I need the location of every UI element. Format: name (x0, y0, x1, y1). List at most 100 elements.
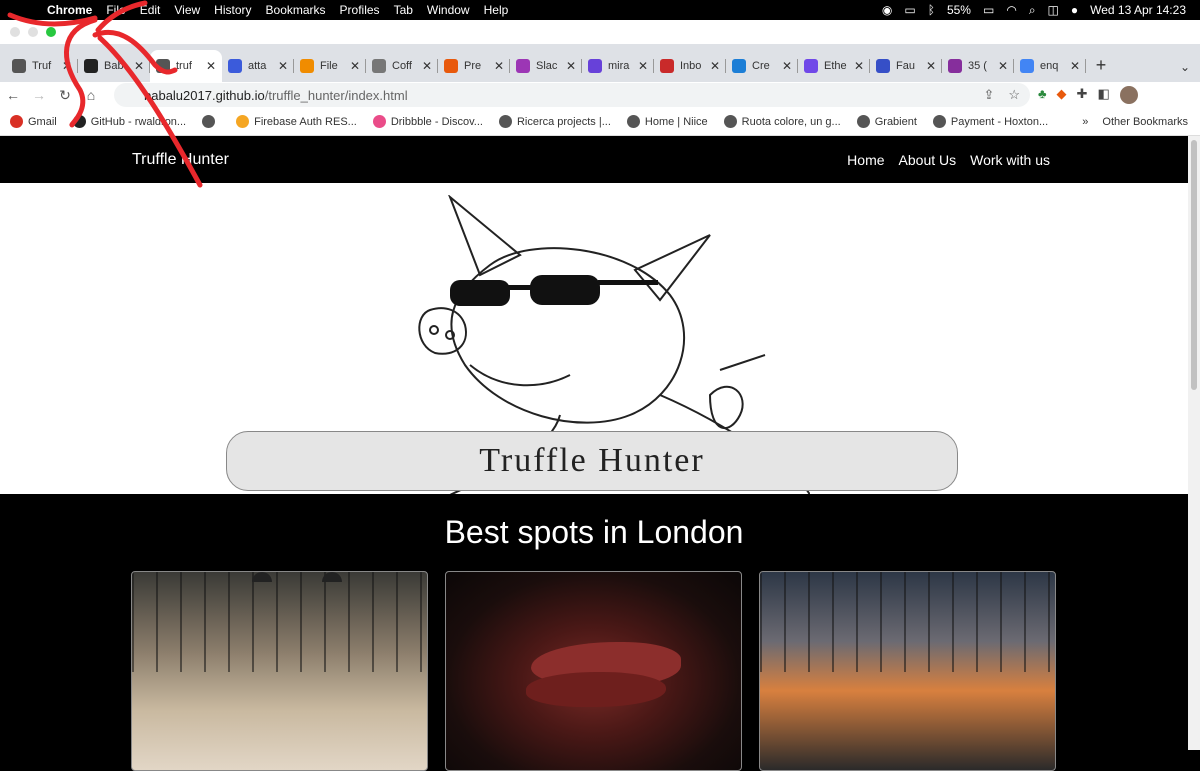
metamask-icon[interactable]: ◆ (1057, 86, 1067, 104)
other-bookmarks-folder[interactable]: Other Bookmarks (1102, 116, 1188, 128)
menu-edit[interactable]: Edit (133, 3, 168, 17)
close-tab-icon[interactable]: ✕ (62, 59, 72, 73)
close-tab-icon[interactable]: ✕ (206, 59, 216, 73)
share-icon[interactable]: ⇪ (983, 87, 994, 103)
menu-profiles[interactable]: Profiles (333, 3, 387, 17)
bookmarks-bar: Gmail GitHub - rwaldron... Firebase Auth R… (0, 108, 1200, 136)
battery-percent[interactable]: 55% (947, 3, 971, 17)
reload-icon[interactable]: ↻ (52, 87, 78, 104)
close-tab-icon[interactable]: ✕ (638, 59, 648, 73)
close-window-icon[interactable] (10, 27, 20, 37)
wifi-icon[interactable]: ◠ (1006, 3, 1016, 17)
browser-tab[interactable]: Fau ✕ (870, 50, 942, 82)
bookmark-item[interactable]: Gmail (10, 115, 57, 128)
bluetooth-icon[interactable]: ᛒ (928, 3, 935, 17)
bookmark-item[interactable]: Dribbble - Discov... (372, 115, 483, 128)
browser-tab[interactable]: Bab ✕ (78, 50, 150, 82)
bookmark-favicon-icon (236, 115, 250, 128)
scrollbar-thumb[interactable] (1191, 140, 1197, 390)
extensions-puzzle-icon[interactable]: ✚ (1077, 86, 1088, 104)
bookmark-star-icon[interactable]: ☆ (1008, 87, 1020, 103)
control-center-icon[interactable]: ◫ (1048, 3, 1059, 17)
spot-card-skygarden[interactable] (759, 571, 1056, 771)
nav-work-link[interactable]: Work with us (970, 152, 1050, 168)
browser-tab[interactable]: Pre ✕ (438, 50, 510, 82)
close-tab-icon[interactable]: ✕ (998, 59, 1008, 73)
close-tab-icon[interactable]: ✕ (710, 59, 720, 73)
browser-tab[interactable]: enq ✕ (1014, 50, 1086, 82)
plus-icon[interactable]: + (1086, 50, 1116, 82)
screen-record-icon[interactable]: ◉ (882, 3, 892, 17)
profile-avatar[interactable] (1119, 86, 1138, 104)
bookmark-item[interactable]: Home | Niice (626, 115, 708, 128)
bookmark-item[interactable]: GitHub - rwaldron... (72, 115, 186, 128)
display-icon[interactable]: ▭ (904, 3, 915, 17)
browser-tab[interactable]: File ✕ (294, 50, 366, 82)
side-panel-icon[interactable]: ◧ (1097, 86, 1109, 104)
maximize-window-icon[interactable] (46, 27, 56, 37)
window-title-strip (0, 20, 1200, 44)
search-icon[interactable]: ⌕ (1029, 3, 1036, 18)
browser-tab[interactable]: 35 (✕ (942, 50, 1014, 82)
browser-tab[interactable]: truf ✕ (150, 50, 222, 82)
tab-search-chevron-icon[interactable]: ⌄ (1180, 60, 1190, 74)
spot-card-coworking[interactable] (131, 571, 428, 771)
menu-tab[interactable]: Tab (387, 3, 420, 17)
menu-view[interactable]: View (167, 3, 207, 17)
close-tab-icon[interactable]: ✕ (134, 59, 144, 73)
more-bookmarks-chevron-icon[interactable]: » (1082, 116, 1088, 128)
menu-app-name[interactable]: Chrome (40, 3, 99, 17)
bookmark-favicon-icon (10, 115, 23, 128)
nav-home-link[interactable]: Home (847, 152, 884, 168)
url-host: babalu2017.github.io (144, 87, 265, 103)
home-icon[interactable]: ⌂ (78, 87, 104, 103)
extension-tree-icon[interactable]: ♣ (1038, 86, 1047, 104)
back-icon[interactable]: ← (0, 87, 26, 103)
bookmark-item[interactable]: Payment - Hoxton... (932, 115, 1048, 128)
browser-tab[interactable]: atta ✕ (222, 50, 294, 82)
spot-card-steak[interactable] (445, 571, 742, 771)
bookmark-item[interactable] (202, 115, 220, 128)
browser-tab[interactable]: Ethe ✕ (798, 50, 870, 82)
tab-favicon-icon (12, 59, 26, 73)
bookmark-item[interactable]: Firebase Auth RES... (236, 115, 357, 128)
clock[interactable]: Wed 13 Apr 14:23 (1090, 3, 1186, 17)
nav-about-link[interactable]: About Us (899, 152, 957, 168)
close-tab-icon[interactable]: ✕ (1070, 59, 1080, 73)
browser-tab[interactable]: Cre ✕ (726, 50, 798, 82)
close-tab-icon[interactable]: ✕ (854, 59, 864, 73)
browser-tab[interactable]: Inbo ✕ (654, 50, 726, 82)
close-tab-icon[interactable]: ✕ (278, 59, 288, 73)
browser-tab[interactable]: Coff ✕ (366, 50, 438, 82)
forward-icon[interactable]: → (26, 87, 52, 103)
site-brand[interactable]: Truffle Hunter (132, 151, 229, 169)
close-tab-icon[interactable]: ✕ (350, 59, 360, 73)
battery-icon[interactable]: ▭ (983, 3, 994, 17)
browser-tab[interactable]: Slac ✕ (510, 50, 582, 82)
menu-history[interactable]: History (207, 3, 258, 17)
tab-label: atta (248, 60, 267, 72)
close-tab-icon[interactable]: ✕ (926, 59, 936, 73)
bookmark-item[interactable]: Grabient (856, 115, 917, 128)
menu-file[interactable]: File (99, 3, 132, 17)
tab-favicon-icon (516, 59, 530, 73)
close-tab-icon[interactable]: ✕ (422, 59, 432, 73)
bookmark-item[interactable]: Ruota colore, un g... (723, 115, 841, 128)
tab-label: Pre (464, 60, 482, 72)
close-tab-icon[interactable]: ✕ (566, 59, 576, 73)
close-tab-icon[interactable]: ✕ (494, 59, 504, 73)
menu-bookmarks[interactable]: Bookmarks (259, 3, 333, 17)
bookmark-item[interactable]: Ricerca projects |... (498, 115, 611, 128)
macos-menubar: Chrome File Edit View History Bookmarks … (0, 0, 1200, 20)
bookmark-label: Home | Niice (644, 115, 708, 128)
close-tab-icon[interactable]: ✕ (782, 59, 792, 73)
page-scrollbar[interactable] (1188, 136, 1200, 750)
siri-icon[interactable]: ● (1071, 3, 1078, 17)
menu-help[interactable]: Help (477, 3, 516, 17)
browser-tab[interactable]: mira ✕ (582, 50, 654, 82)
tab-favicon-icon (444, 59, 458, 73)
menu-window[interactable]: Window (420, 3, 477, 17)
browser-tab[interactable]: Truf ✕ (6, 50, 78, 82)
minimize-window-icon[interactable] (28, 27, 38, 37)
address-bar[interactable]: babalu2017.github.io/truffle_hunter/inde… (114, 83, 1030, 107)
